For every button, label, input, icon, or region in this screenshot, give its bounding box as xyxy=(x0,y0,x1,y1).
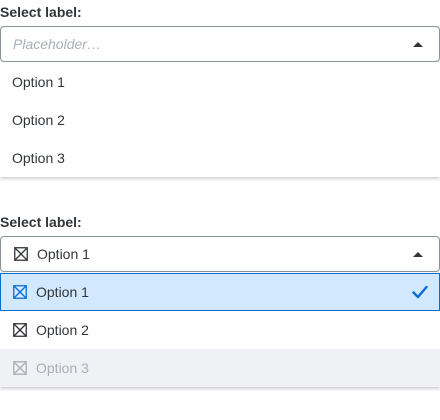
list-item-label: Option 3 xyxy=(12,150,65,166)
x-box-icon xyxy=(13,285,27,299)
select-field[interactable]: Option 1 xyxy=(0,236,440,272)
list-item-label: Option 2 xyxy=(12,112,65,128)
list-item-label: Option 3 xyxy=(36,360,89,376)
list-item-option-2[interactable]: Option 2 xyxy=(0,311,440,349)
list-item-option-2[interactable]: Option 2 xyxy=(0,101,440,139)
select-field[interactable]: Placeholder… xyxy=(0,26,440,62)
select-label: Select label: xyxy=(0,4,82,20)
caret-up-icon[interactable] xyxy=(413,252,423,257)
select-placeholder: Placeholder… xyxy=(13,36,101,52)
caret-up-icon[interactable] xyxy=(413,42,423,47)
x-box-icon xyxy=(14,247,28,261)
select-value: Option 1 xyxy=(37,246,90,262)
checkmark-icon xyxy=(412,285,428,299)
list-item-label: Option 1 xyxy=(36,284,89,300)
list-item-option-3: Option 3 xyxy=(0,349,440,387)
list-item-label: Option 1 xyxy=(12,74,65,90)
list-item-option-1[interactable]: Option 1 xyxy=(0,273,440,311)
dropdown-list: Option 1 Option 2 Option 3 xyxy=(0,63,440,177)
select-label: Select label: xyxy=(0,214,82,230)
dropdown-list: Option 1 Option 2 Option 3 xyxy=(0,273,440,387)
list-item-option-1[interactable]: Option 1 xyxy=(0,63,440,101)
x-box-icon xyxy=(13,361,27,375)
list-item-option-3[interactable]: Option 3 xyxy=(0,139,440,177)
x-box-icon xyxy=(13,323,27,337)
list-item-label: Option 2 xyxy=(36,322,89,338)
